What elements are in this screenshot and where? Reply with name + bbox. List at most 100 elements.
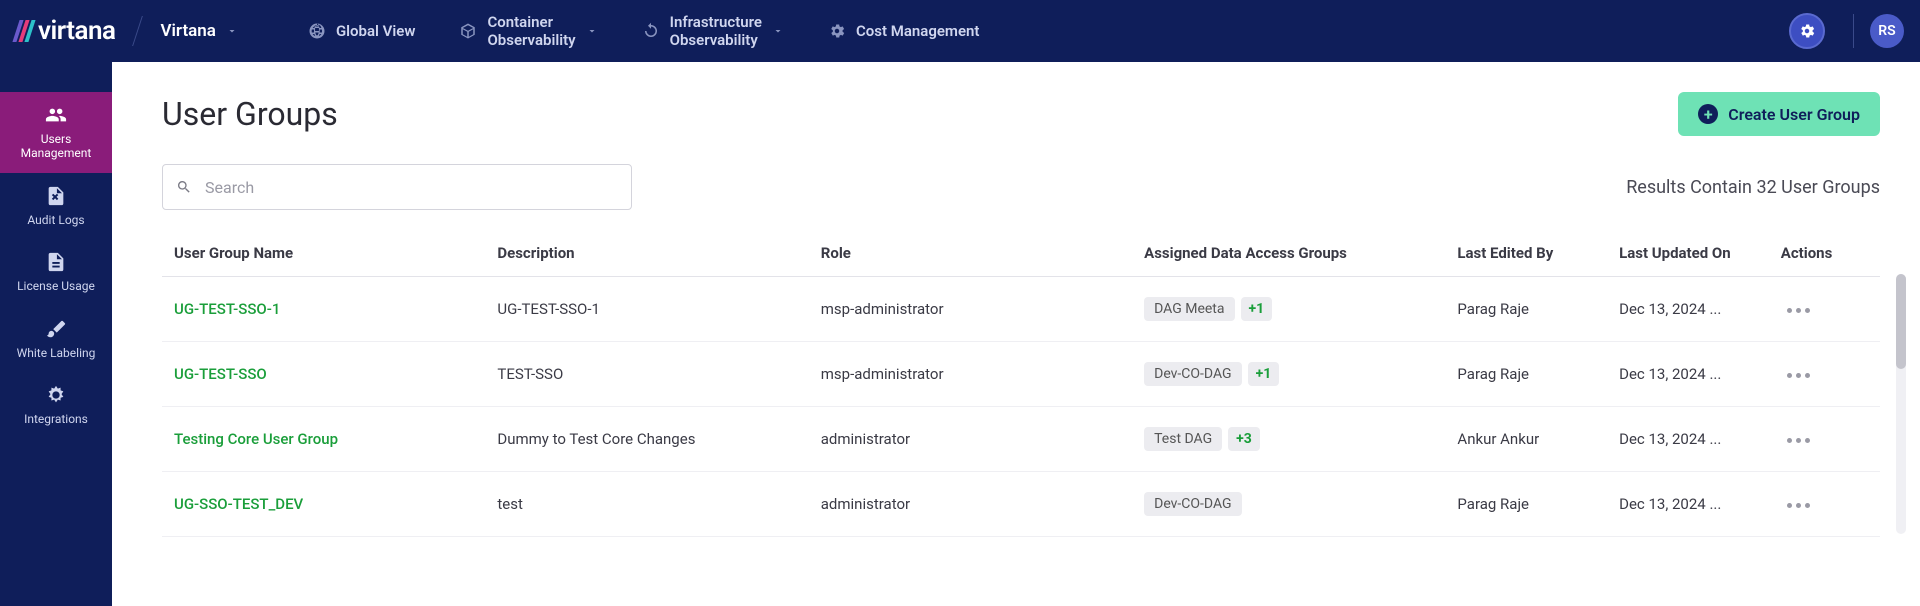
search-input[interactable] (162, 164, 632, 210)
sidebar-item-label: White Labeling (17, 346, 96, 360)
org-name: Virtana (160, 21, 215, 41)
dag-more-badge[interactable]: +1 (1241, 297, 1273, 321)
role-cell: msp-administrator (809, 277, 1132, 342)
settings-button[interactable] (1789, 13, 1825, 49)
page-title: User Groups (162, 95, 338, 133)
user-group-link[interactable]: Testing Core User Group (174, 430, 338, 448)
divider (133, 16, 144, 46)
divider (1853, 14, 1854, 48)
dag-tag[interactable]: DAG Meeta (1144, 297, 1234, 321)
sidebar-item-white-labeling[interactable]: White Labeling (0, 306, 112, 372)
sidebar-item-license-usage[interactable]: License Usage (0, 239, 112, 305)
gear-icon (1798, 22, 1816, 40)
user-groups-table: User Group Name Description Role Assigne… (162, 230, 1880, 537)
user-group-link[interactable]: UG-TEST-SSO-1 (174, 300, 280, 318)
dag-cell: Dev-CO-DAG +1 (1132, 342, 1445, 407)
col-name[interactable]: User Group Name (162, 230, 485, 277)
edited-by-cell: Parag Raje (1445, 342, 1607, 407)
sidebar: Users Management Audit Logs License Usag… (0, 62, 112, 606)
updated-cell: Dec 13, 2024 ... (1607, 472, 1769, 537)
col-role[interactable]: Role (809, 230, 1132, 277)
chevron-down-icon (586, 25, 598, 37)
sidebar-item-integrations[interactable]: Integrations (0, 372, 112, 438)
table-row: Testing Core User Group Dummy to Test Cor… (162, 407, 1880, 472)
sidebar-item-label: Users Management (21, 132, 92, 161)
gear-icon (828, 22, 846, 40)
user-avatar[interactable]: RS (1870, 14, 1904, 48)
results-count: Results Contain 32 User Groups (1626, 177, 1880, 198)
sidebar-item-label: Integrations (24, 412, 88, 426)
nav-label: Cost Management (856, 22, 980, 40)
nav-infrastructure-observability[interactable]: Infrastructure Observability (632, 7, 794, 55)
user-group-link[interactable]: UG-TEST-SSO (174, 365, 267, 383)
description-cell: Dummy to Test Core Changes (485, 407, 808, 472)
row-actions-menu[interactable] (1781, 497, 1816, 514)
dag-cell: Test DAG+3 (1132, 407, 1445, 472)
integrations-icon (45, 384, 67, 406)
role-cell: administrator (809, 407, 1132, 472)
table-row: UG-TEST-SSO-1UG-TEST-SSO-1msp-administra… (162, 277, 1880, 342)
main-content: User Groups + Create User Group Results … (112, 62, 1920, 606)
nav-label: Infrastructure Observability (670, 13, 762, 49)
updated-cell: Dec 13, 2024 ... (1607, 342, 1769, 407)
description-cell: test (485, 472, 808, 537)
brush-icon (45, 318, 67, 340)
dag-more-badge[interactable]: +1 (1248, 362, 1280, 386)
row-actions-menu[interactable] (1781, 367, 1816, 384)
col-actions: Actions (1769, 230, 1880, 277)
sidebar-item-users-management[interactable]: Users Management (0, 92, 112, 173)
edited-by-cell: Ankur Ankur (1445, 407, 1607, 472)
sidebar-item-audit-logs[interactable]: Audit Logs (0, 173, 112, 239)
button-label: Create User Group (1728, 105, 1860, 124)
col-updated-on[interactable]: Last Updated On (1607, 230, 1769, 277)
sidebar-item-label: License Usage (17, 279, 95, 293)
chevron-down-icon (772, 25, 784, 37)
nav-cost-management[interactable]: Cost Management (818, 16, 990, 46)
table-header-row: User Group Name Description Role Assigne… (162, 230, 1880, 277)
dag-tag[interactable]: Dev-CO-DAG (1144, 492, 1241, 516)
scrollbar[interactable] (1896, 274, 1906, 534)
org-switcher[interactable]: Virtana (160, 21, 237, 41)
dag-cell: DAG Meeta +1 (1132, 277, 1445, 342)
cube-icon (459, 22, 477, 40)
top-nav-bar: virtana Virtana Global View Container Ob… (0, 0, 1920, 62)
nav-label: Container Observability (487, 13, 575, 49)
primary-nav: Global View Container Observability Infr… (298, 7, 990, 55)
users-icon (45, 104, 67, 126)
description-cell: TEST-SSO (485, 342, 808, 407)
row-actions-menu[interactable] (1781, 302, 1816, 319)
edited-by-cell: Parag Raje (1445, 472, 1607, 537)
sidebar-item-label: Audit Logs (27, 213, 84, 227)
logo-glyph (16, 20, 34, 42)
row-actions-menu[interactable] (1781, 432, 1816, 449)
updated-cell: Dec 13, 2024 ... (1607, 277, 1769, 342)
updated-cell: Dec 13, 2024 ... (1607, 407, 1769, 472)
description-cell: UG-TEST-SSO-1 (485, 277, 808, 342)
table-row: UG-SSO-TEST_DEVtestadministratorDev-CO-D… (162, 472, 1880, 537)
col-edited-by[interactable]: Last Edited By (1445, 230, 1607, 277)
nav-label: Global View (336, 22, 416, 40)
nav-global-view[interactable]: Global View (298, 16, 426, 46)
dag-tag[interactable]: Test DAG (1144, 427, 1222, 451)
audit-icon (45, 185, 67, 207)
plus-icon: + (1698, 104, 1718, 124)
create-user-group-button[interactable]: + Create User Group (1678, 92, 1880, 136)
brand-logo[interactable]: virtana (16, 16, 115, 46)
search-icon (176, 179, 192, 195)
globe-icon (308, 22, 326, 40)
nav-container-observability[interactable]: Container Observability (449, 7, 607, 55)
col-description[interactable]: Description (485, 230, 808, 277)
dag-more-badge[interactable]: +3 (1228, 427, 1260, 451)
table-row: UG-TEST-SSOTEST-SSOmsp-administratorDev-… (162, 342, 1880, 407)
chevron-down-icon (226, 25, 238, 37)
scrollbar-thumb[interactable] (1896, 274, 1906, 369)
col-dag[interactable]: Assigned Data Access Groups (1132, 230, 1445, 277)
dag-tag[interactable]: Dev-CO-DAG (1144, 362, 1241, 386)
document-icon (45, 251, 67, 273)
brand-name: virtana (38, 16, 115, 46)
search-wrap (162, 164, 632, 210)
user-group-link[interactable]: UG-SSO-TEST_DEV (174, 495, 303, 513)
sync-icon (642, 22, 660, 40)
role-cell: msp-administrator (809, 342, 1132, 407)
dag-cell: Dev-CO-DAG (1132, 472, 1445, 537)
